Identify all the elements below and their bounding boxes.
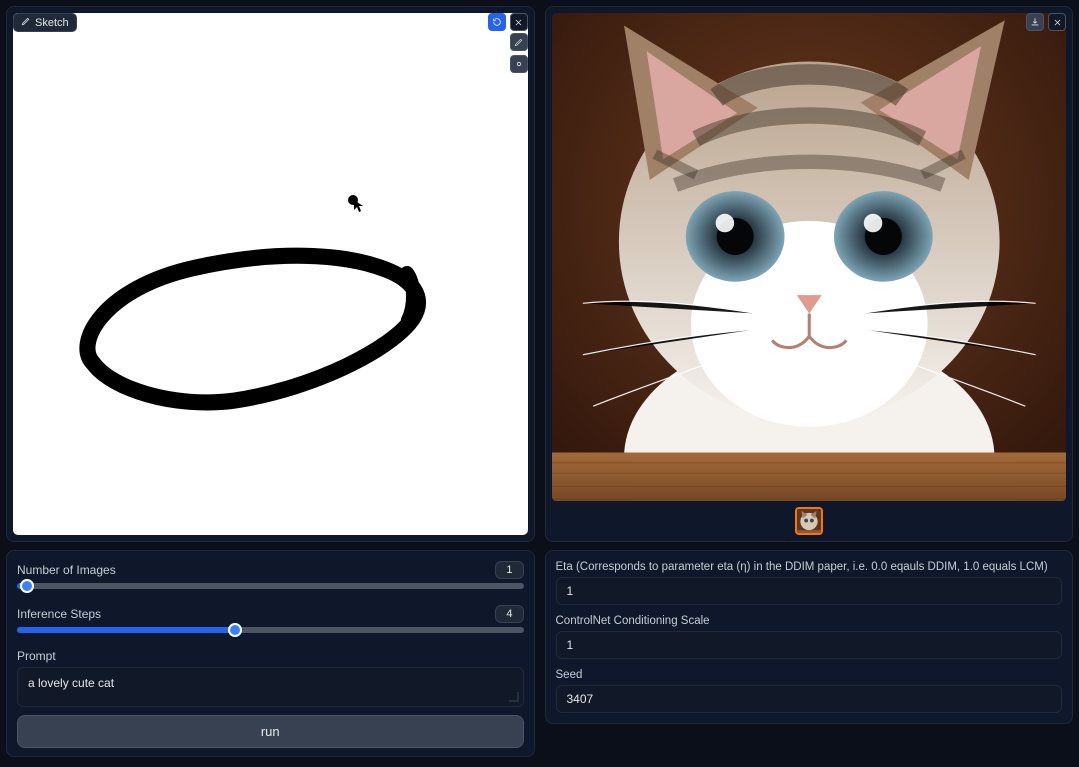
- reset-icon[interactable]: [488, 13, 506, 31]
- slider-num-images-track[interactable]: [17, 583, 524, 589]
- seed-input[interactable]: 3407: [556, 685, 1063, 713]
- run-button[interactable]: run: [17, 715, 524, 748]
- user-sketch-stroke: [13, 13, 528, 535]
- eta-field: Eta (Corresponds to parameter eta (η) in…: [556, 561, 1063, 605]
- download-icon[interactable]: [1026, 13, 1044, 31]
- cursor-icon: [353, 199, 365, 216]
- eta-label: Eta (Corresponds to parameter eta (η) in…: [556, 561, 1063, 573]
- output-panel: [545, 6, 1074, 542]
- right-controls-panel: Eta (Corresponds to parameter eta (η) in…: [545, 550, 1074, 724]
- prompt-input[interactable]: a lovely cute cat: [17, 667, 524, 707]
- slider-num-images-value[interactable]: 1: [495, 561, 523, 579]
- slider-inference-steps-label: Inference Steps: [17, 607, 101, 621]
- sketch-tab[interactable]: Sketch: [13, 13, 77, 32]
- sketch-canvas[interactable]: [13, 13, 528, 535]
- left-controls-panel: Number of Images 1 Inference Steps 4: [6, 550, 535, 757]
- prompt-field: Prompt a lovely cute cat: [17, 649, 524, 707]
- slider-number-of-images: Number of Images 1: [17, 561, 524, 599]
- sketch-panel: Sketch: [6, 6, 535, 542]
- eta-input[interactable]: 1: [556, 577, 1063, 605]
- brush-settings-icon[interactable]: [510, 55, 528, 73]
- edit-icon[interactable]: [510, 33, 528, 51]
- sketch-tab-label: Sketch: [35, 17, 69, 29]
- seed-label: Seed: [556, 669, 1063, 681]
- slider-inference-steps: Inference Steps 4: [17, 605, 524, 643]
- seed-field: Seed 3407: [556, 669, 1063, 713]
- controlnet-scale-label: ControlNet Conditioning Scale: [556, 615, 1063, 627]
- output-image[interactable]: [552, 13, 1067, 501]
- slider-inference-steps-value[interactable]: 4: [495, 605, 523, 623]
- close-icon[interactable]: [510, 13, 528, 31]
- controlnet-scale-field: ControlNet Conditioning Scale 1: [556, 615, 1063, 659]
- controlnet-scale-input[interactable]: 1: [556, 631, 1063, 659]
- pencil-icon: [21, 16, 31, 29]
- prompt-label: Prompt: [17, 649, 524, 663]
- slider-num-images-label: Number of Images: [17, 563, 116, 577]
- close-output-icon[interactable]: [1048, 13, 1066, 31]
- output-thumbnail-1[interactable]: [795, 507, 823, 535]
- slider-inference-steps-track[interactable]: [17, 627, 524, 633]
- output-thumbnail-row: [546, 501, 1073, 541]
